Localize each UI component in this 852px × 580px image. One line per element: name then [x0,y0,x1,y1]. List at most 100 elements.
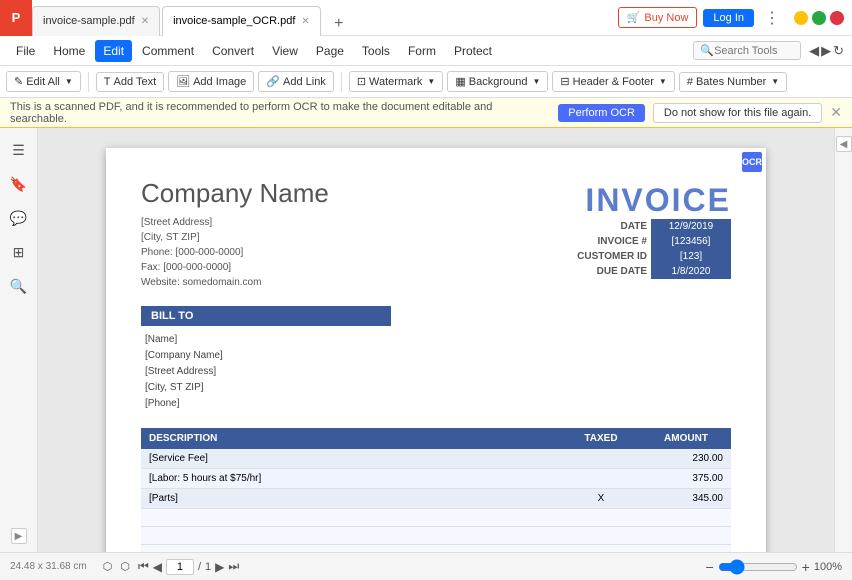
left-sidebar: ☰ 🔖 💬 ⊞ 🔍 ▶ [0,128,38,552]
sidebar-icon-layers[interactable]: ⊞ [5,238,33,266]
tab-2[interactable]: invoice-sample_OCR.pdf ✕ [162,6,321,36]
watermark-dropdown-icon: ▼ [427,77,435,86]
more-options-icon[interactable]: ⋮ [764,8,780,28]
prev-page-button[interactable]: ◀ [153,560,162,574]
zoom-slider[interactable] [718,559,798,575]
table-row: [Parts]X345.00 [141,489,731,509]
row-taxed [561,509,641,527]
next-page-button[interactable]: ▶ [215,560,224,574]
row-taxed [561,469,641,489]
bates-number-dropdown-icon: ▼ [771,77,779,86]
due-date-label: DUE DATE [573,264,651,279]
menu-page[interactable]: Page [308,40,352,62]
col-description: DESCRIPTION [141,428,561,449]
bates-number-button[interactable]: # Bates Number ▼ [679,72,787,92]
edit-all-icon: ✎ [14,75,23,88]
row-description [141,545,561,553]
zoom-out-button[interactable]: − [705,559,713,575]
invoice-address: [Street Address] [City, ST ZIP] Phone: [… [141,215,329,290]
row-amount [641,545,731,553]
first-page-button[interactable]: ⏮ [138,559,149,574]
sidebar-icon-comments[interactable]: 💬 [5,204,33,232]
menu-file[interactable]: File [8,40,43,62]
tabs-area: invoice-sample.pdf ✕ invoice-sample_OCR.… [32,0,610,36]
menu-view[interactable]: View [264,40,306,62]
due-date-value: 1/8/2020 [651,264,731,279]
close-notification-button[interactable]: ✕ [830,104,842,121]
tab-1[interactable]: invoice-sample.pdf ✕ [32,6,160,36]
bill-to-header: BILL TO [141,306,391,326]
tab-1-close[interactable]: ✕ [141,16,149,27]
row-taxed [561,545,641,553]
zoom-in-button[interactable]: + [802,559,810,575]
ocr-badge: OCR [742,152,762,172]
nav-forward-button[interactable]: ▶ [821,43,831,59]
menu-tools[interactable]: Tools [354,40,398,62]
col-amount: AMOUNT [641,428,731,449]
right-sidebar-expand[interactable]: ◀ [836,136,852,152]
cursor-icon[interactable]: ⬡ [103,560,113,573]
invoice-header: Company Name [Street Address] [City, ST … [141,178,731,290]
invoice-company-section: Company Name [Street Address] [City, ST … [141,178,329,290]
date-label: DATE [573,219,651,234]
current-page-input[interactable] [166,559,194,575]
watermark-button[interactable]: ⊡ Watermark ▼ [349,71,444,92]
title-bar: P invoice-sample.pdf ✕ invoice-sample_OC… [0,0,852,36]
sidebar-icon-bookmarks[interactable]: 🔖 [5,170,33,198]
row-description: [Service Fee] [141,449,561,469]
row-amount: 375.00 [641,469,731,489]
nav-back-button[interactable]: ◀ [809,43,819,59]
add-tab-button[interactable]: + [327,12,351,36]
maximize-button[interactable] [812,11,826,25]
app-icon: P [0,0,32,36]
close-button[interactable] [830,11,844,25]
row-amount: 230.00 [641,449,731,469]
window-controls [794,11,844,25]
invoice-meta-table: DATE 12/9/2019 INVOICE # [123456] CUSTOM… [573,219,731,279]
menu-edit[interactable]: Edit [95,40,132,62]
perform-ocr-button[interactable]: Perform OCR [558,104,645,122]
menu-form[interactable]: Form [400,40,444,62]
table-row [141,545,731,553]
buy-now-button[interactable]: 🛒 Buy Now [618,7,698,28]
sidebar-expand-button[interactable]: ▶ [11,528,27,544]
table-row: [Service Fee] 230.00 [141,449,731,469]
document-area: OCR Company Name [Street Address] [City,… [38,128,834,552]
invoice-num-value: [123456] [651,234,731,249]
company-name: Company Name [141,178,329,209]
edit-all-dropdown-icon: ▼ [65,77,73,86]
sidebar-icon-menu[interactable]: ☰ [5,136,33,164]
row-amount [641,527,731,545]
table-row [141,509,731,527]
zoom-area: − + 100% [705,559,842,575]
select-icon[interactable]: ⬡ [120,560,130,573]
add-text-button[interactable]: T Add Text [96,72,164,92]
toolbar-separator-2 [341,72,342,92]
last-page-button[interactable]: ⏭ [228,559,239,574]
header-footer-button[interactable]: ⊟ Header & Footer ▼ [552,71,674,92]
document-scroll[interactable]: OCR Company Name [Street Address] [City,… [38,128,834,552]
sidebar-icon-search[interactable]: 🔍 [5,272,33,300]
row-description: [Labor: 5 hours at $75/hr] [141,469,561,489]
menu-comment[interactable]: Comment [134,40,202,62]
background-button[interactable]: ▦ Background ▼ [447,71,548,92]
edit-all-button[interactable]: ✎ Edit All ▼ [6,71,81,92]
menu-home[interactable]: Home [45,40,93,62]
background-icon: ▦ [455,75,465,88]
login-button[interactable]: Log In [703,9,754,27]
page-navigation: ⏮ ◀ / 1 ▶ ⏭ [138,559,239,575]
tab-2-close[interactable]: ✕ [301,16,309,27]
search-input[interactable] [714,45,794,57]
add-image-icon: 🖼 [176,75,190,88]
add-link-button[interactable]: 🔗 Add Link [258,71,334,92]
menu-protect[interactable]: Protect [446,40,500,62]
dismiss-notification-button[interactable]: Do not show for this file again. [653,103,822,123]
nav-refresh-button[interactable]: ↻ [833,43,844,59]
table-row [141,527,731,545]
minimize-button[interactable] [794,11,808,25]
menu-bar: File Home Edit Comment Convert View Page… [0,36,852,66]
add-image-button[interactable]: 🖼 Add Image [168,71,254,92]
bill-to-section: BILL TO [Name] [Company Name] [Street Ad… [141,306,731,412]
menu-convert[interactable]: Convert [204,40,262,62]
title-bar-controls: 🛒 Buy Now Log In ⋮ [610,7,852,28]
